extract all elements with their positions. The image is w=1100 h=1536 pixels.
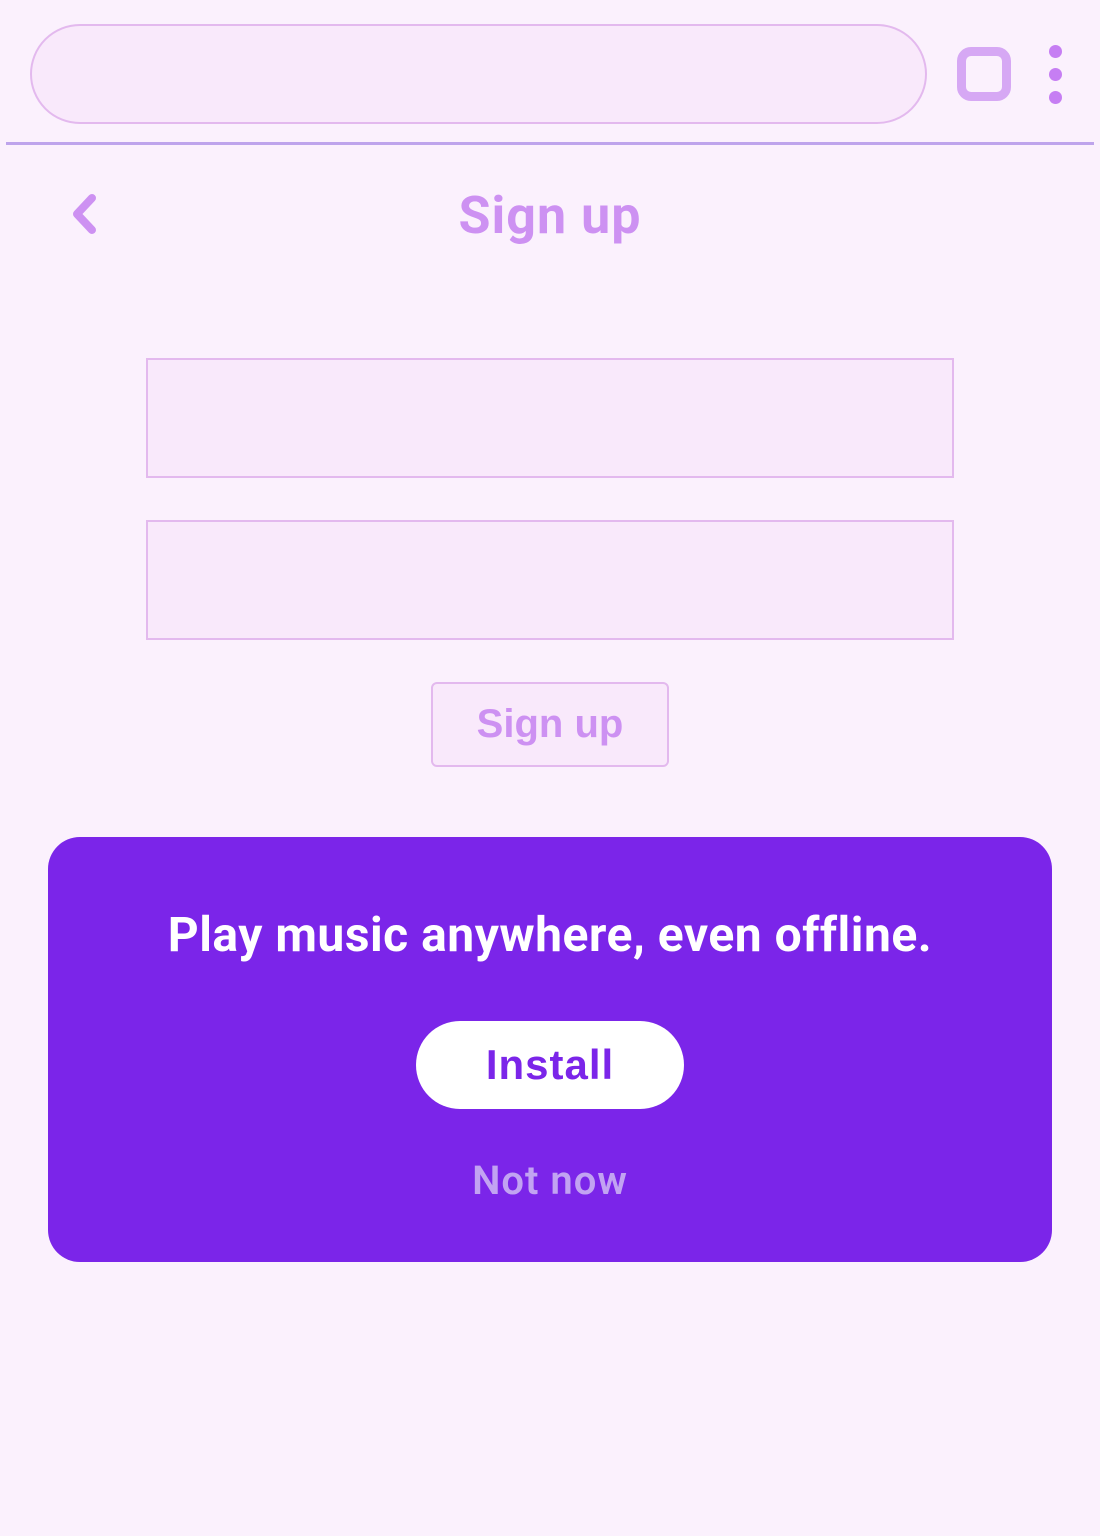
more-vertical-icon: [1049, 68, 1062, 81]
page-title: Sign up: [66, 185, 1034, 246]
chevron-left-icon: [70, 192, 100, 236]
device-frame: Sign up Sign up Play music anywhere, eve…: [0, 0, 1100, 1536]
install-button[interactable]: Install: [416, 1021, 684, 1109]
signup-form: Sign up: [6, 286, 1094, 837]
back-button[interactable]: [70, 192, 100, 240]
more-vertical-icon: [1049, 45, 1062, 58]
signup-button[interactable]: Sign up: [431, 682, 670, 767]
more-vertical-icon: [1049, 91, 1062, 104]
not-now-button[interactable]: Not now: [472, 1157, 628, 1204]
more-menu-button[interactable]: [1041, 37, 1070, 112]
banner-headline: Play music anywhere, even offline.: [168, 899, 932, 971]
content-area: Sign up Sign up Play music anywhere, eve…: [6, 145, 1094, 1530]
signup-field-1[interactable]: [146, 358, 954, 478]
install-banner: Play music anywhere, even offline. Insta…: [48, 837, 1052, 1262]
tabs-button[interactable]: [957, 47, 1011, 101]
page-header: Sign up: [6, 145, 1094, 286]
signup-field-2[interactable]: [146, 520, 954, 640]
url-input[interactable]: [30, 24, 927, 124]
browser-bar: [6, 6, 1094, 145]
